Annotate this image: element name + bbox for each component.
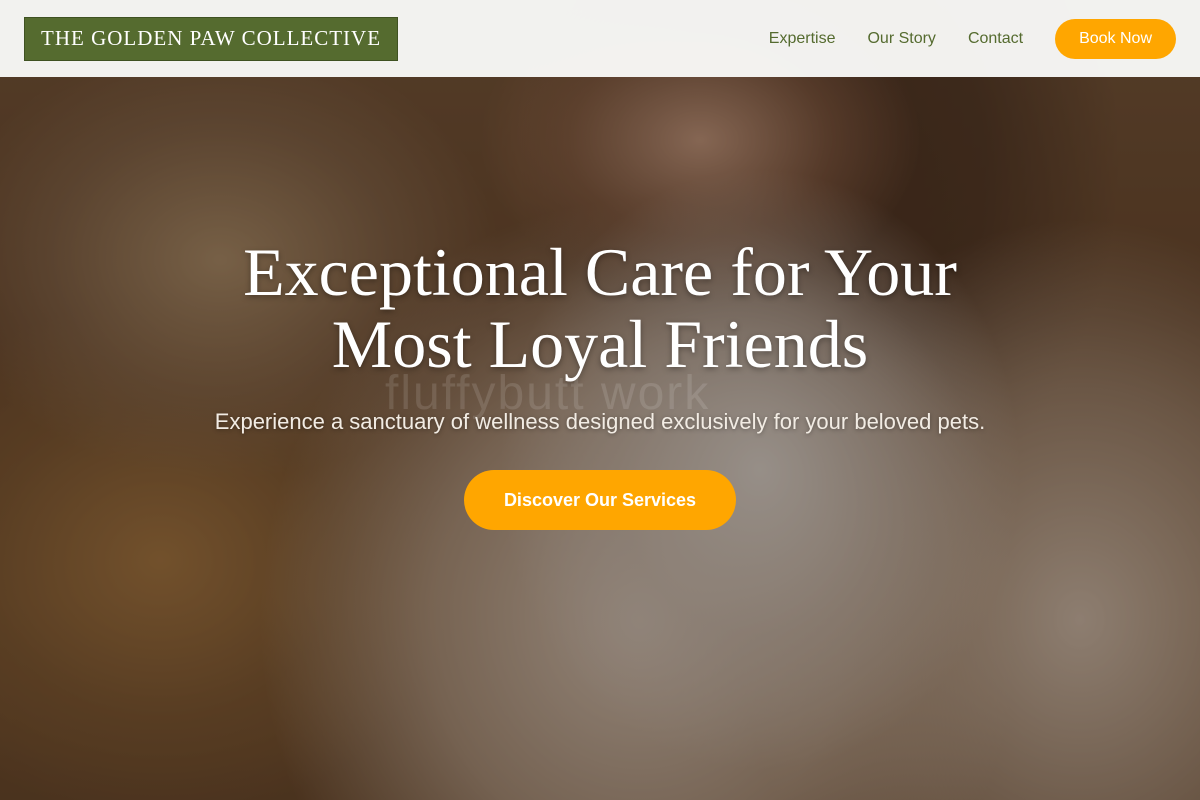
hero-title: Exceptional Care for Your Most Loyal Fri… xyxy=(243,234,957,382)
main-nav: Expertise Our Story Contact Book Now xyxy=(769,18,1176,59)
hero-subtitle: Experience a sanctuary of wellness desig… xyxy=(214,409,986,434)
site-logo[interactable]: THE GOLDEN PAW COLLECTIVE xyxy=(24,16,399,61)
nav-link-our-story[interactable]: Our Story xyxy=(867,30,935,48)
discover-services-button[interactable]: Discover Our Services xyxy=(463,470,737,530)
nav-link-expertise[interactable]: Expertise xyxy=(769,30,836,48)
hero-section: Exceptional Care for Your Most Loyal Fri… xyxy=(0,236,1200,530)
nav-link-contact[interactable]: Contact xyxy=(968,30,1023,48)
site-header: THE GOLDEN PAW COLLECTIVE Expertise Our … xyxy=(0,0,1200,77)
book-now-button[interactable]: Book Now xyxy=(1055,18,1176,59)
